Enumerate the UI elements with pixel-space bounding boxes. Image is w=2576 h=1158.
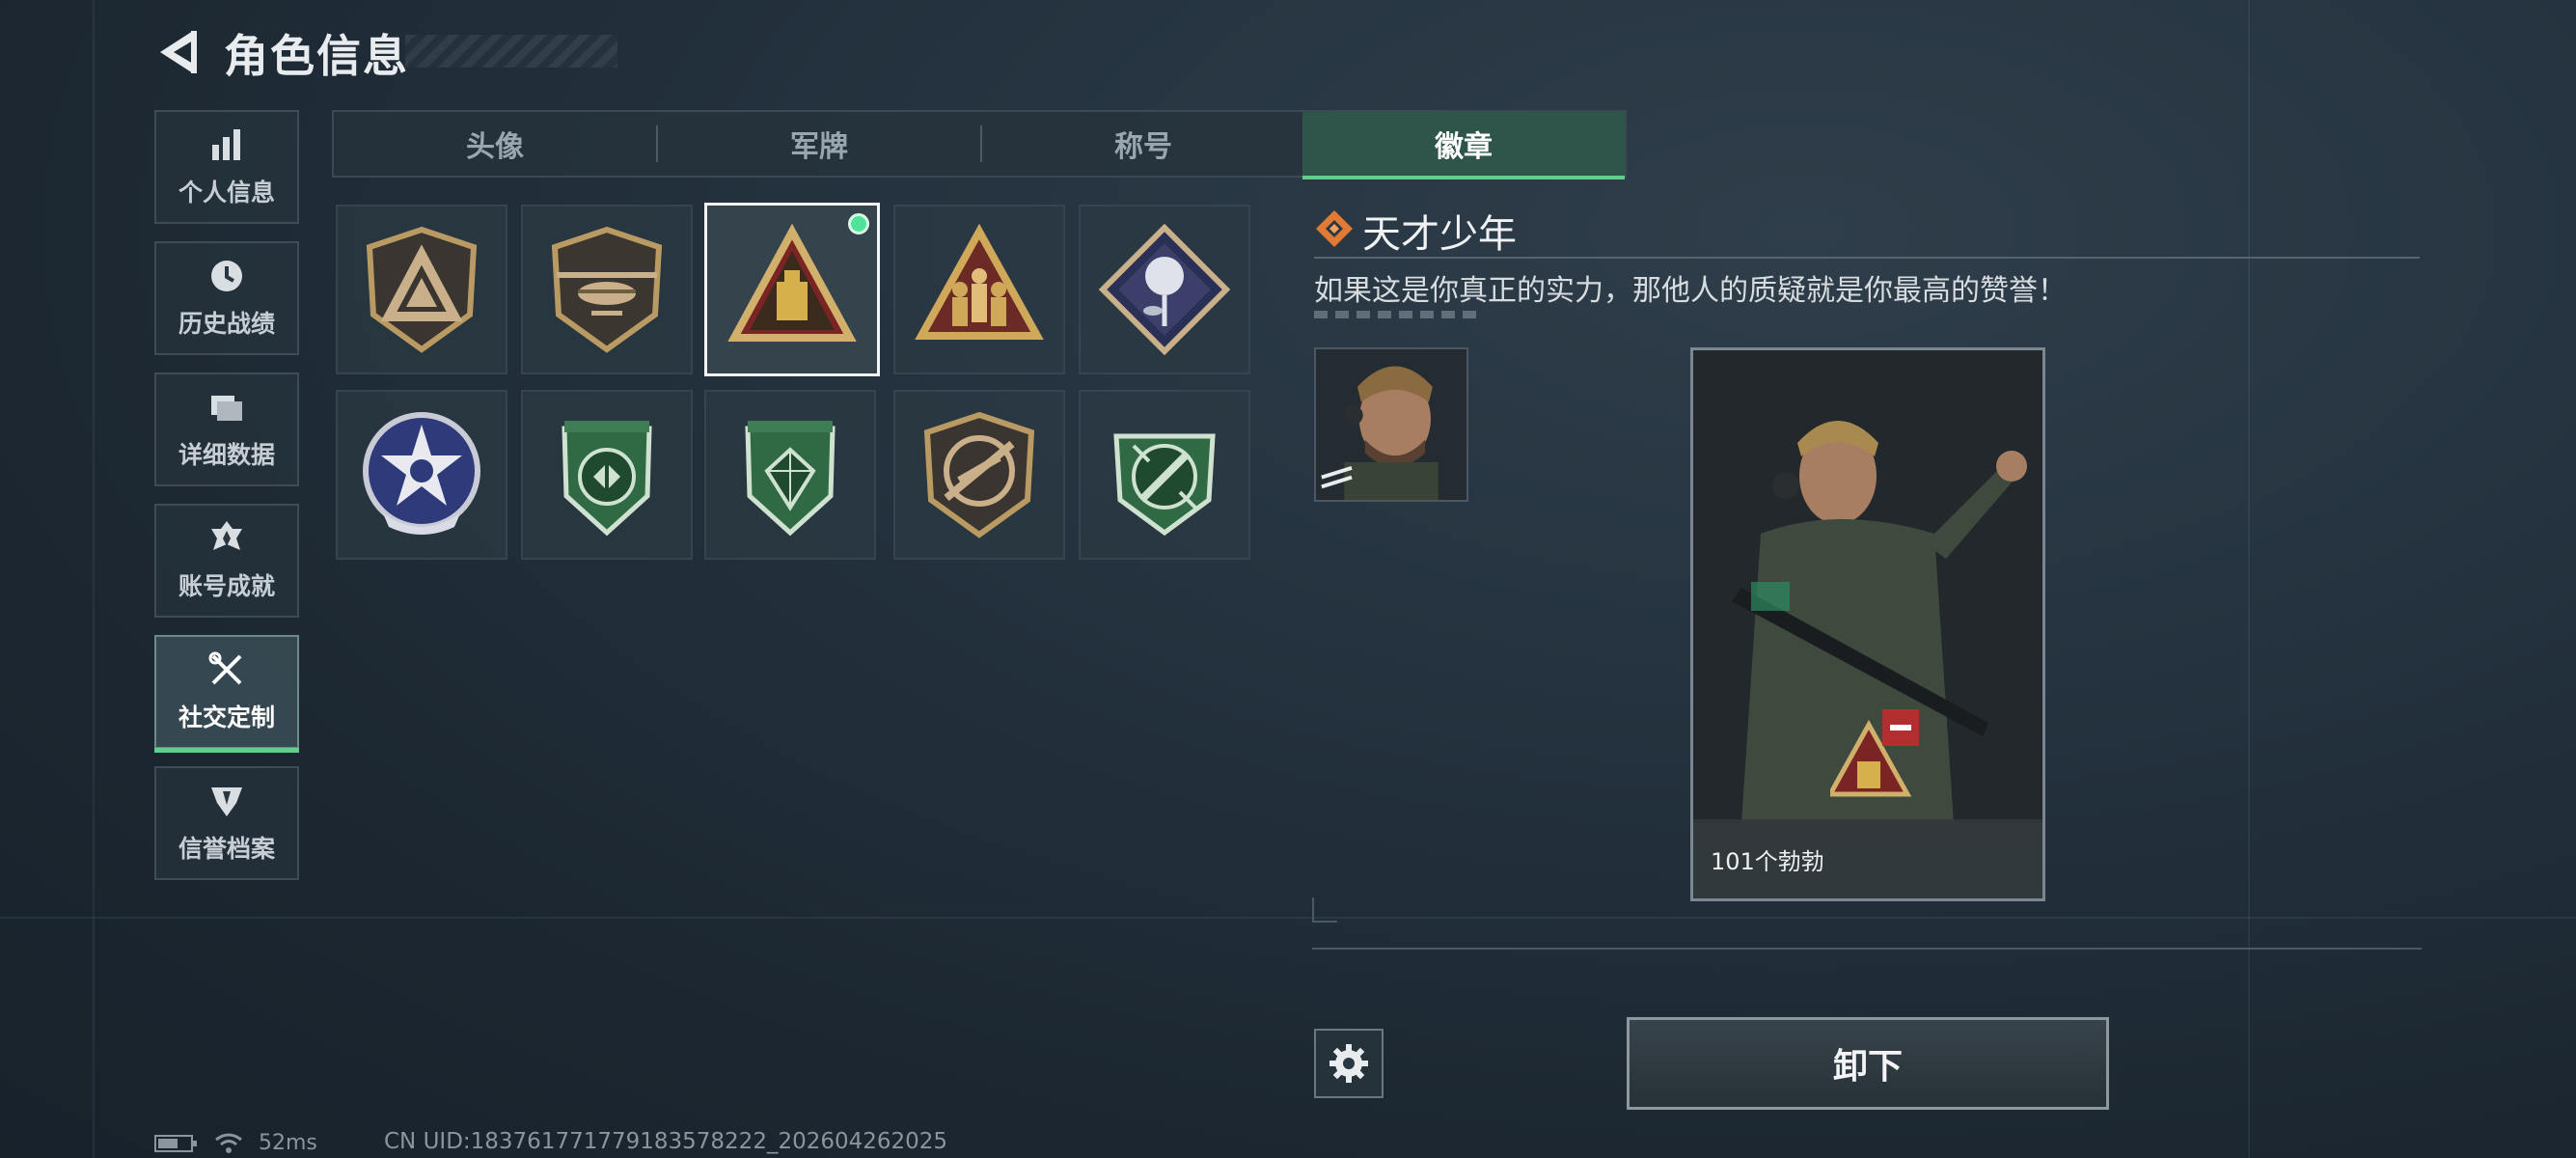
helicopter-shield-icon	[551, 226, 663, 353]
tan-shield-triangle-icon	[366, 226, 478, 353]
shield-icon	[211, 787, 242, 816]
red-triangle-flag-icon	[727, 223, 857, 342]
uid-text: CN UID:18376177177918357822​2_2026042620…	[384, 1129, 948, 1154]
badge-item[interactable]	[893, 390, 1065, 560]
status-bar: 52ms	[154, 1131, 317, 1155]
decor-line	[0, 917, 2576, 919]
nav-item-label: 账号成就	[178, 572, 275, 600]
tab-dog-tag[interactable]: 军牌	[658, 112, 980, 176]
decor-line	[93, 0, 95, 1158]
equipped-badge-overlay-icon	[1825, 707, 1923, 800]
rose-diamond-icon	[1098, 223, 1231, 356]
badge-type-icon	[1314, 208, 1355, 249]
badge-item[interactable]	[704, 390, 876, 560]
divider	[1314, 257, 2420, 259]
divider	[1312, 948, 2422, 950]
nav-item-label: 历史战绩	[178, 310, 275, 338]
character-avatar-thumbnail[interactable]	[1314, 347, 1468, 502]
badge-name: 天才少年	[1362, 212, 1517, 257]
ping-text: 52ms	[259, 1131, 317, 1155]
badge-item[interactable]	[1079, 390, 1250, 560]
nav-item-label: 个人信息	[178, 179, 275, 207]
tab-avatar[interactable]: 头像	[334, 112, 656, 176]
equipped-indicator	[848, 213, 869, 234]
green-shield-gem-icon	[745, 421, 836, 537]
back-arrow-icon[interactable]	[154, 27, 201, 77]
nav-item-detailed-data[interactable]: 详细数据	[154, 372, 299, 486]
tab-bar: 头像 军牌 称号 徽章	[332, 110, 1627, 179]
nav-item-label: 详细数据	[178, 441, 275, 469]
nav-item-personal-info[interactable]: 个人信息	[154, 110, 299, 224]
unequip-button[interactable]: 卸下	[1627, 1017, 2109, 1110]
gear-icon	[1329, 1044, 1368, 1083]
badge-item[interactable]	[336, 390, 507, 560]
green-shield-arrows-icon	[562, 421, 652, 537]
clock-icon	[211, 261, 242, 291]
badge-item-selected[interactable]	[704, 203, 880, 376]
nav-item-history[interactable]: 历史战绩	[154, 241, 299, 355]
badge-item[interactable]	[521, 205, 693, 374]
title-decoration	[405, 35, 617, 68]
nav-item-label: 信誉档案	[178, 835, 275, 863]
battery-icon	[154, 1134, 197, 1152]
star-skull-circle-icon	[363, 412, 480, 535]
badge-item[interactable]	[893, 205, 1065, 374]
wifi-icon	[215, 1133, 242, 1153]
folder-icon	[211, 396, 242, 421]
soldiers-triangle-icon	[915, 223, 1044, 340]
decor-line	[2248, 0, 2250, 1158]
frame-corner	[1312, 897, 1337, 923]
rifle-cross-circle-icon	[923, 411, 1035, 538]
page-title: 角色信息	[224, 30, 409, 82]
bar-chart-icon	[212, 129, 240, 160]
nav-item-reputation[interactable]: 信誉档案	[154, 766, 299, 880]
badge-item[interactable]	[336, 205, 507, 374]
character-preview-card: 101个勃勃	[1690, 347, 2045, 901]
green-shield-knife-icon	[1113, 433, 1216, 537]
badge-item[interactable]	[521, 390, 693, 560]
tab-title[interactable]: 称号	[982, 112, 1304, 176]
character-caption: 101个勃勃	[1693, 819, 2042, 898]
badge-item[interactable]	[1079, 205, 1250, 374]
badge-description: 如果这是你真正的实力，那他人的质疑就是你最高的赞誉！	[1314, 274, 2067, 308]
tab-badge[interactable]: 徽章	[1302, 112, 1625, 179]
nav-item-label: 社交定制	[178, 703, 275, 731]
nav-item-achievements[interactable]: 账号成就	[154, 504, 299, 618]
settings-button[interactable]	[1314, 1029, 1384, 1098]
description-decoration	[1314, 311, 1476, 318]
tools-icon	[208, 651, 242, 685]
medal-icon	[211, 521, 242, 550]
nav-item-social-custom[interactable]: 社交定制	[154, 635, 299, 753]
